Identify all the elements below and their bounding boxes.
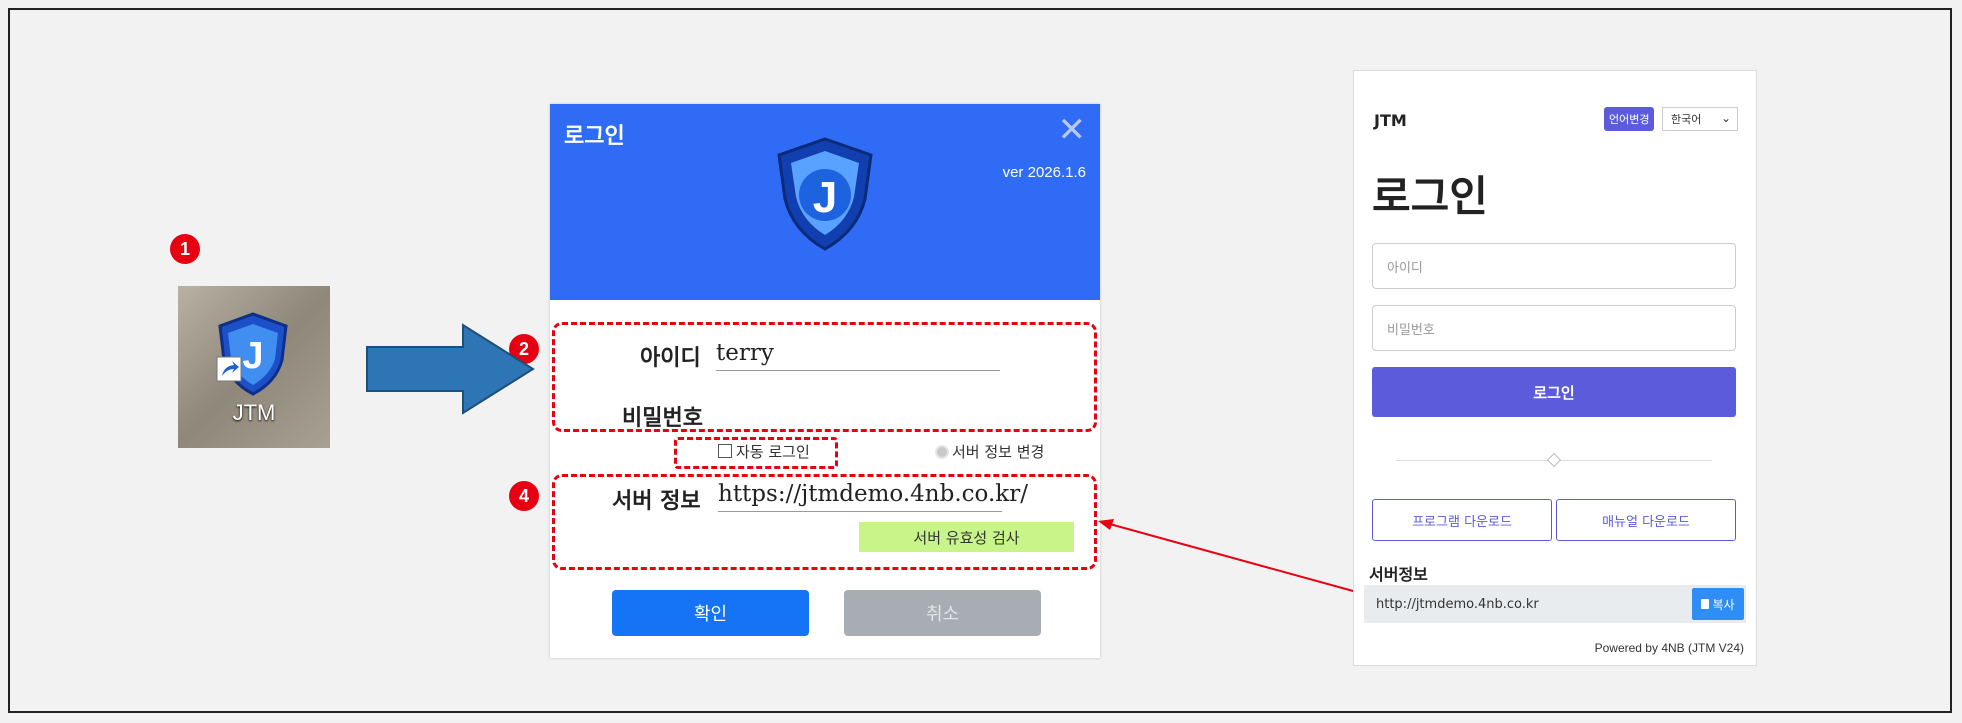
web-password-input[interactable]: 비밀번호 xyxy=(1372,305,1736,351)
shortcut-arrow-icon xyxy=(216,356,242,382)
manual-download-button[interactable]: 매뉴얼 다운로드 xyxy=(1556,499,1736,541)
program-download-button[interactable]: 프로그램 다운로드 xyxy=(1372,499,1552,541)
chevron-down-icon: ⌄ xyxy=(1720,111,1731,125)
language-change-button[interactable]: 언어변경 xyxy=(1604,107,1655,131)
close-icon[interactable]: ✕ xyxy=(1058,110,1087,150)
jtm-desktop-shortcut[interactable]: J JTM xyxy=(178,286,330,448)
logo-letter: J xyxy=(813,173,837,222)
highlight-auto-login xyxy=(674,437,838,469)
login-window-header: 로그인 ✕ ver 2026.1.6 J xyxy=(550,104,1100,300)
web-brand: JTM xyxy=(1374,111,1407,130)
copy-button-label: 복사 xyxy=(1712,597,1735,612)
login-window-title: 로그인 xyxy=(564,124,625,149)
step-badge-4: 4 xyxy=(509,481,539,511)
web-login-button[interactable]: 로그인 xyxy=(1372,367,1736,417)
svg-text:J: J xyxy=(242,335,263,377)
desktop-icon-label: JTM xyxy=(232,400,276,425)
jtm-app-icon: J xyxy=(218,312,288,396)
server-change-label: 서버 정보 변경 xyxy=(952,443,1045,461)
gear-icon xyxy=(935,445,949,459)
step-badge-1: 1 xyxy=(170,234,200,264)
jtm-shield-logo-icon: J xyxy=(777,137,873,251)
copy-button[interactable]: 복사 xyxy=(1692,588,1744,620)
copy-icon xyxy=(1701,599,1710,609)
diamond-icon xyxy=(1546,452,1562,468)
language-select[interactable]: 한국어 ⌄ xyxy=(1662,107,1738,131)
ok-button[interactable]: 확인 xyxy=(612,590,809,636)
version-label: ver 2026.1.6 xyxy=(1002,164,1086,181)
language-selected-value: 한국어 xyxy=(1671,113,1702,126)
web-page-title: 로그인 xyxy=(1372,172,1488,221)
web-server-url: http://jtmdemo.4nb.co.kr xyxy=(1364,585,1746,623)
highlight-server-info xyxy=(552,474,1097,570)
highlight-credentials xyxy=(552,322,1097,432)
cancel-button[interactable]: 취소 xyxy=(844,590,1041,636)
web-server-info-title: 서버정보 xyxy=(1369,565,1428,584)
server-change-link[interactable]: 서버 정보 변경 xyxy=(935,441,1044,462)
flow-arrow-icon xyxy=(366,323,535,415)
powered-by: Powered by 4NB (JTM V24) xyxy=(1594,641,1744,655)
web-login-panel: JTM 언어변경 한국어 ⌄ 로그인 아이디 비밀번호 로그인 프로그램 다운로… xyxy=(1353,70,1757,666)
web-id-input[interactable]: 아이디 xyxy=(1372,243,1736,289)
